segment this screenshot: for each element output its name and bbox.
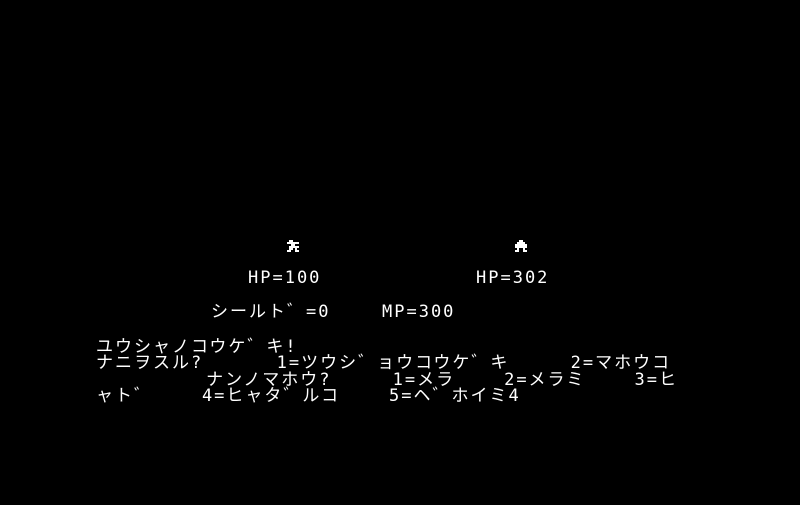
- hero-shield: シールト゛=0: [211, 302, 331, 322]
- message-line-2: ナニヲスル? 1=ツウシ゛ョウコウケ゛キ 2=マホウコ: [96, 353, 672, 373]
- hero-hp: HP=100: [248, 268, 322, 288]
- enemy-sprite-icon: [515, 240, 531, 254]
- hero-sprite-icon: [287, 240, 303, 254]
- hero-mp: MP=300: [382, 302, 456, 322]
- message-line-4: ャト゛ 4=ヒャタ゛ルコ 5=ヘ゛ホイミ4: [96, 386, 521, 406]
- enemy-hp: HP=302: [476, 268, 550, 288]
